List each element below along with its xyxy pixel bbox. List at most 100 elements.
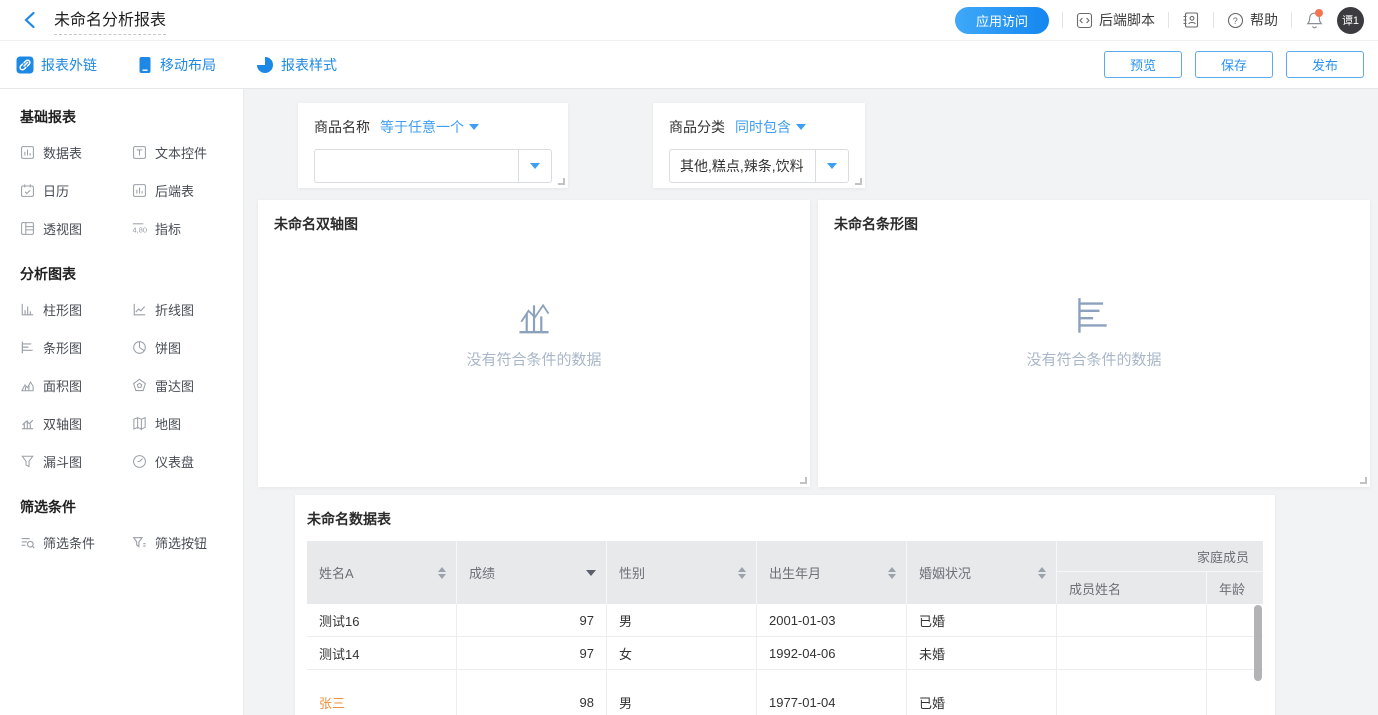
column-header-birth[interactable]: 出生年月 (757, 541, 907, 604)
save-button[interactable]: 保存 (1195, 51, 1273, 78)
sidebar-item-bar-chart[interactable]: 条形图 (20, 338, 132, 357)
sidebar-item-radar-chart[interactable]: 雷达图 (132, 376, 225, 395)
cell-birth: 2001-01-03 (757, 604, 907, 637)
filter-operator-dropdown[interactable]: 同时包含 (735, 117, 806, 137)
filter-value-select[interactable] (314, 149, 552, 183)
chart-title: 未命名双轴图 (274, 214, 794, 234)
data-table: 姓名A 成绩 性别 出生年月 (307, 541, 1263, 715)
table-row[interactable]: 测试16 97 男 2001-01-03 已婚 (307, 604, 1263, 637)
sub-column-age[interactable]: 年龄 (1207, 572, 1263, 604)
filter-widget-product-name[interactable]: 商品名称 等于任意一个 (298, 103, 568, 188)
bar-chart-empty-icon (1072, 295, 1116, 335)
publish-button[interactable]: 发布 (1286, 51, 1364, 78)
table-row[interactable]: 测试14 97 女 1992-04-06 未婚 (307, 637, 1263, 670)
sidebar-item-metric[interactable]: 指标 (132, 219, 225, 238)
sidebar-item-line-chart[interactable]: 折线图 (132, 300, 225, 319)
pie-style-icon (256, 56, 274, 74)
sidebar-item-text-widget[interactable]: 文本控件 (132, 143, 225, 162)
mobile-layout-button[interactable]: 移动布局 (137, 55, 216, 75)
chart-card-bar[interactable]: 未命名条形图 没有符合条件的数据 (818, 200, 1370, 487)
notifications-button[interactable] (1305, 10, 1324, 30)
sort-icon[interactable] (738, 567, 746, 579)
chevron-down-icon (530, 163, 540, 169)
chart-title: 未命名条形图 (834, 214, 1354, 234)
sidebar-item-pivot[interactable]: 透视图 (20, 219, 132, 238)
back-button[interactable] (18, 9, 40, 31)
contacts-button[interactable] (1182, 11, 1200, 29)
sidebar-item-filter-button[interactable]: 筛选按钮 (132, 533, 225, 552)
data-table-card[interactable]: 未命名数据表 姓名A 成绩 性别 (295, 495, 1275, 715)
sidebar-item-gauge-chart[interactable]: 仪表盘 (132, 452, 225, 471)
cell-name-link[interactable]: 张三 (307, 670, 457, 715)
cell-marital: 未婚 (907, 637, 1057, 670)
divider (1291, 12, 1292, 28)
line-chart-icon (132, 302, 147, 317)
table-chart-icon (20, 145, 35, 160)
filter-operator-dropdown[interactable]: 等于任意一个 (380, 117, 479, 137)
resize-handle[interactable] (800, 477, 807, 484)
pie-chart-icon (132, 340, 147, 355)
gauge-chart-icon (132, 454, 147, 469)
cell-member-name (1057, 637, 1207, 670)
notification-dot (1315, 9, 1323, 17)
backend-script-button[interactable]: 后端脚本 (1076, 10, 1155, 30)
help-button[interactable]: ? 帮助 (1227, 10, 1278, 30)
cell-name: 测试14 (307, 637, 457, 670)
report-toolbar: 报表外链 移动布局 报表样式 预览 保存 发布 (0, 41, 1378, 89)
external-link-button[interactable]: 报表外链 (16, 55, 97, 75)
filter-value-select[interactable]: 其他,糕点,辣条,饮料 (669, 149, 849, 183)
preview-button[interactable]: 预览 (1104, 51, 1182, 78)
sidebar-item-backend-table[interactable]: 后端表 (132, 181, 225, 200)
title-bar: 未命名分析报表 应用访问 后端脚本 (0, 0, 1378, 41)
column-header-name[interactable]: 姓名A (307, 541, 457, 604)
sidebar-item-funnel-chart[interactable]: 漏斗图 (20, 452, 132, 471)
resize-handle[interactable] (1360, 477, 1367, 484)
cell-score: 97 (457, 637, 607, 670)
filter-widget-product-category[interactable]: 商品分类 同时包含 其他,糕点,辣条,饮料 (653, 103, 865, 188)
sidebar-item-calendar[interactable]: 日历 (20, 181, 132, 200)
column-header-score[interactable]: 成绩 (457, 541, 607, 604)
filter-search-icon (20, 535, 35, 550)
divider (1062, 12, 1063, 28)
divider (1213, 12, 1214, 28)
avatar[interactable]: 谭1 (1337, 7, 1364, 34)
sort-icon[interactable] (438, 567, 446, 579)
filter-label: 商品分类 (669, 117, 725, 137)
column-chart-icon (20, 302, 35, 317)
sort-desc-icon[interactable] (586, 570, 596, 576)
sidebar-item-filter-condition[interactable]: 筛选条件 (20, 533, 132, 552)
sidebar-item-data-table[interactable]: 数据表 (20, 143, 132, 162)
app-access-button[interactable]: 应用访问 (955, 7, 1049, 34)
sidebar-item-column-chart[interactable]: 柱形图 (20, 300, 132, 319)
resize-handle[interactable] (855, 178, 862, 185)
sort-icon[interactable] (1038, 567, 1046, 579)
table-row[interactable]: 张三 98 男 1977-01-04 已婚 张大 张晓 (307, 670, 1263, 715)
sub-column-member-name[interactable]: 成员姓名 (1057, 572, 1207, 604)
report-style-button[interactable]: 报表样式 (256, 55, 337, 75)
column-header-marital[interactable]: 婚姻状况 (907, 541, 1057, 604)
filter-label: 商品名称 (314, 117, 370, 137)
sidebar-item-area-chart[interactable]: 面积图 (20, 376, 132, 395)
cell-member-name: 张大 (1057, 670, 1207, 715)
sort-icon[interactable] (888, 567, 896, 579)
cell-gender: 男 (607, 604, 757, 637)
cell-score: 97 (457, 604, 607, 637)
sidebar-item-pie-chart[interactable]: 饼图 (132, 338, 225, 357)
resize-handle[interactable] (558, 178, 565, 185)
funnel-chart-icon (20, 454, 35, 469)
radar-chart-icon (132, 378, 147, 393)
column-header-gender[interactable]: 性别 (607, 541, 757, 604)
backend-table-icon (132, 183, 147, 198)
table-scrollbar-thumb[interactable] (1254, 605, 1262, 681)
map-chart-icon (132, 416, 147, 431)
sidebar-item-map-chart[interactable]: 地图 (132, 414, 225, 433)
svg-text:?: ? (1233, 16, 1238, 26)
chart-card-dual-axis[interactable]: 未命名双轴图 没有符合条件的数据 (258, 200, 810, 487)
sidebar-item-dual-axis-chart[interactable]: 双轴图 (20, 414, 132, 433)
page-title[interactable]: 未命名分析报表 (54, 6, 166, 35)
cell-marital: 已婚 (907, 604, 1057, 637)
area-chart-icon (20, 378, 35, 393)
column-group-family: 家庭成员 成员姓名 年龄 (1057, 541, 1263, 604)
chevron-down-icon (469, 124, 479, 130)
section-title-filters: 筛选条件 (20, 497, 225, 517)
